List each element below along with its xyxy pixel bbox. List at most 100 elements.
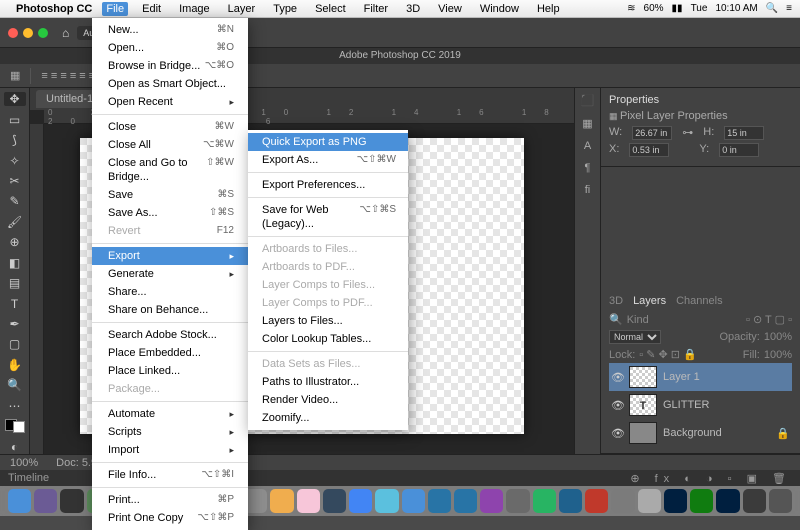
wifi-icon[interactable]: ≋ bbox=[627, 3, 635, 14]
export-menu-render-video-[interactable]: Render Video... bbox=[248, 391, 408, 409]
stamp-tool[interactable]: ⊕ bbox=[4, 235, 26, 249]
menu-3d[interactable]: 3D bbox=[402, 2, 424, 16]
layer-name[interactable]: Background bbox=[663, 427, 722, 439]
file-menu-print-one-copy[interactable]: Print One Copy⌥⇧⌘P bbox=[92, 509, 248, 527]
move-tool[interactable]: ✥ bbox=[4, 92, 26, 106]
file-menu-share-on-behance-[interactable]: Share on Behance... bbox=[92, 301, 248, 319]
lasso-tool[interactable]: ⟆ bbox=[4, 133, 26, 147]
dock-app-17[interactable] bbox=[454, 489, 477, 513]
menu-select[interactable]: Select bbox=[311, 2, 350, 16]
menu-view[interactable]: View bbox=[434, 2, 466, 16]
export-menu-export-as-[interactable]: Export As...⌥⇧⌘W bbox=[248, 151, 408, 169]
control-center-icon[interactable]: ≡ bbox=[786, 3, 792, 14]
menu-image[interactable]: Image bbox=[175, 2, 214, 16]
lock-icons[interactable]: ▫ ✎ ✥ ⊡ 🔒 bbox=[639, 348, 696, 361]
fg-bg-swatch[interactable] bbox=[5, 419, 25, 433]
width-input[interactable] bbox=[632, 126, 672, 140]
3d-tab[interactable]: 3D bbox=[609, 295, 623, 307]
hand-tool[interactable]: ✋ bbox=[4, 358, 26, 372]
file-menu-open-[interactable]: Open...⌘O bbox=[92, 39, 248, 57]
export-menu-zoomify-[interactable]: Zoomify... bbox=[248, 409, 408, 427]
mask-mode[interactable]: ◐ bbox=[4, 439, 26, 453]
layer-thumb[interactable] bbox=[629, 422, 657, 444]
arrange-icon[interactable]: ▦ bbox=[10, 69, 20, 82]
visibility-icon[interactable]: 👁 bbox=[611, 427, 623, 440]
color-panel-icon[interactable]: ⬛ bbox=[581, 94, 595, 107]
eyedropper-tool[interactable]: ✎ bbox=[4, 194, 26, 208]
file-menu-open-recent[interactable]: Open Recent bbox=[92, 93, 248, 111]
file-menu-share-[interactable]: Share... bbox=[92, 283, 248, 301]
dock-app-27[interactable] bbox=[716, 489, 739, 513]
properties-tab[interactable]: Properties bbox=[609, 94, 659, 106]
layer-name[interactable]: Layer 1 bbox=[663, 371, 700, 383]
dock-app-16[interactable] bbox=[428, 489, 451, 513]
dock-app-19[interactable] bbox=[506, 489, 529, 513]
brush-tool[interactable]: 🖌 bbox=[4, 215, 26, 229]
x-input[interactable] bbox=[629, 143, 669, 157]
export-menu-export-preferences-[interactable]: Export Preferences... bbox=[248, 176, 408, 194]
layer-row[interactable]: 👁TGLITTER bbox=[609, 391, 792, 419]
file-menu-close-and-go-to-bridge-[interactable]: Close and Go to Bridge...⇧⌘W bbox=[92, 154, 248, 186]
visibility-icon[interactable]: 👁 bbox=[611, 399, 623, 412]
file-menu-place-linked-[interactable]: Place Linked... bbox=[92, 362, 248, 380]
dock-app-10[interactable] bbox=[270, 489, 293, 513]
height-input[interactable] bbox=[724, 126, 764, 140]
dock-app-2[interactable] bbox=[60, 489, 83, 513]
filter-icons[interactable]: ▫ ⊙ T ▢ ▫ bbox=[746, 313, 792, 326]
ruler-vertical[interactable] bbox=[30, 124, 44, 454]
dock-app-22[interactable] bbox=[585, 489, 608, 513]
layer-panel-footer-icons[interactable]: ⊕ fx ◐ ◑ ▫ ▣ 🗑 bbox=[630, 472, 792, 485]
channels-tab[interactable]: Channels bbox=[676, 295, 722, 307]
pen-tool[interactable]: ✒ bbox=[4, 317, 26, 331]
align-group[interactable]: ≡ ≡ ≡ ≡ ≡ ≡ bbox=[41, 70, 95, 82]
gradient-tool[interactable]: ▤ bbox=[4, 276, 26, 290]
file-menu-print-[interactable]: Print...⌘P bbox=[92, 491, 248, 509]
menu-type[interactable]: Type bbox=[269, 2, 301, 16]
file-menu-search-adobe-stock-[interactable]: Search Adobe Stock... bbox=[92, 326, 248, 344]
dock-app-12[interactable] bbox=[323, 489, 346, 513]
dock-app-20[interactable] bbox=[533, 489, 556, 513]
menu-edit[interactable]: Edit bbox=[138, 2, 165, 16]
paragraph-panel-icon[interactable]: ¶ bbox=[585, 162, 591, 174]
file-menu-save-as-[interactable]: Save As...⇧⌘S bbox=[92, 204, 248, 222]
dock-app-15[interactable] bbox=[402, 489, 425, 513]
file-menu-save[interactable]: Save⌘S bbox=[92, 186, 248, 204]
dock-app-29[interactable] bbox=[769, 489, 792, 513]
blend-mode-select[interactable]: Normal bbox=[609, 330, 661, 344]
dock-app-18[interactable] bbox=[480, 489, 503, 513]
filter-kind-icon[interactable]: 🔍 bbox=[609, 313, 623, 326]
file-menu-new-[interactable]: New...⌘N bbox=[92, 21, 248, 39]
file-menu-close[interactable]: Close⌘W bbox=[92, 118, 248, 136]
menu-help[interactable]: Help bbox=[533, 2, 564, 16]
app-name[interactable]: Photoshop CC bbox=[16, 3, 92, 15]
layer-row[interactable]: 👁Background🔒 bbox=[609, 419, 792, 447]
marquee-tool[interactable]: ▭ bbox=[4, 112, 26, 126]
dock-app-0[interactable] bbox=[8, 489, 31, 513]
fill-value[interactable]: 100% bbox=[764, 349, 792, 361]
export-menu-layers-to-files-[interactable]: Layers to Files... bbox=[248, 312, 408, 330]
layer-row[interactable]: 👁 Layer 1 bbox=[609, 363, 792, 391]
ellipsis-tool[interactable]: ⋯ bbox=[4, 399, 26, 413]
character-panel-icon[interactable]: A bbox=[584, 140, 591, 152]
opacity-value[interactable]: 100% bbox=[764, 331, 792, 343]
visibility-icon[interactable]: 👁 bbox=[611, 371, 623, 384]
export-menu-quick-export-as-png[interactable]: Quick Export as PNG bbox=[248, 133, 408, 151]
file-menu-file-info-[interactable]: File Info...⌥⇧⌘I bbox=[92, 466, 248, 484]
dock-app-24[interactable] bbox=[638, 489, 661, 513]
home-icon[interactable]: ⌂ bbox=[62, 26, 69, 40]
shape-tool[interactable]: ▢ bbox=[4, 337, 26, 351]
dock-app-14[interactable] bbox=[375, 489, 398, 513]
traffic-lights[interactable] bbox=[8, 28, 48, 38]
menu-file[interactable]: File bbox=[102, 2, 128, 16]
dock-app-23[interactable] bbox=[611, 489, 634, 513]
dock-app-26[interactable] bbox=[690, 489, 713, 513]
dock-app-13[interactable] bbox=[349, 489, 372, 513]
file-menu-automate[interactable]: Automate bbox=[92, 405, 248, 423]
layer-thumb[interactable] bbox=[629, 366, 657, 388]
zoom-level[interactable]: 100% bbox=[10, 457, 38, 469]
link-wh-icon[interactable]: ⊶ bbox=[682, 126, 693, 140]
export-menu-color-lookup-tables-[interactable]: Color Lookup Tables... bbox=[248, 330, 408, 348]
eraser-tool[interactable]: ◧ bbox=[4, 256, 26, 270]
menu-window[interactable]: Window bbox=[476, 2, 523, 16]
export-menu-paths-to-illustrator-[interactable]: Paths to Illustrator... bbox=[248, 373, 408, 391]
